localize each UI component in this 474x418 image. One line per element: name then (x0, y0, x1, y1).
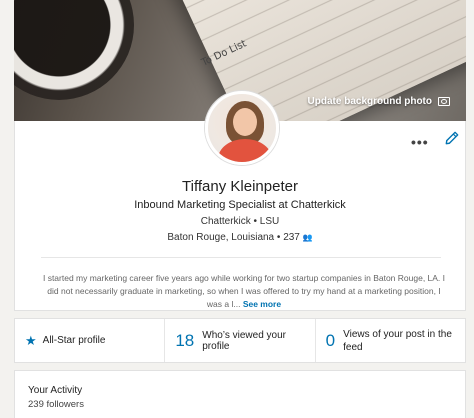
all-star-label: All-Star profile (42, 335, 106, 346)
pencil-icon[interactable] (445, 131, 459, 145)
location-text: Baton Rouge, Louisiana (167, 232, 275, 243)
avatar[interactable] (205, 91, 279, 165)
profile-stats-card: ★ All-Star profile 18 Who’s viewed your … (14, 318, 466, 363)
update-background-label: Update background photo (307, 96, 432, 107)
profile-views-stat[interactable]: 18 Who’s viewed your profile (165, 319, 316, 362)
profile-company-education[interactable]: Chatterkick • LSU (15, 216, 465, 227)
post-views-label: Views of your post in the feed (343, 328, 452, 353)
see-more-link[interactable]: See more (243, 299, 281, 309)
profile-card: ••• Tiffany Kleinpeter Inbound Marketing… (14, 91, 466, 311)
camera-icon (438, 97, 450, 106)
divider (41, 257, 441, 258)
profile-views-count: 18 (175, 330, 195, 350)
coffee-cup-image (14, 0, 134, 100)
more-horizontal-icon[interactable]: ••• (411, 134, 429, 150)
all-star-profile-stat[interactable]: ★ All-Star profile (15, 319, 166, 362)
star-icon: ★ (25, 332, 37, 348)
profile-views-label: Who’s viewed your profile (202, 329, 286, 352)
profile-name: Tiffany Kleinpeter (182, 178, 298, 195)
post-views-count: 0 (325, 330, 336, 350)
profile-location: Baton Rouge, Louisiana • 237 👥 (15, 232, 465, 243)
activity-card: Your Activity 239 followers (14, 370, 466, 418)
followers-count[interactable]: 239 followers (28, 399, 84, 410)
connections-icon: 👥 (302, 232, 313, 242)
profile-summary: I started my marketing career five years… (39, 272, 449, 311)
profile-headline: Inbound Marketing Specialist at Chatterk… (134, 199, 346, 211)
avatar-shirt (218, 139, 272, 162)
connections-count[interactable]: 237 (283, 232, 300, 243)
update-background-photo-button[interactable]: Update background photo (308, 96, 450, 107)
activity-title: Your Activity (28, 385, 83, 396)
avatar-face (233, 108, 257, 136)
post-views-stat[interactable]: 0 Views of your post in the feed (316, 319, 465, 362)
